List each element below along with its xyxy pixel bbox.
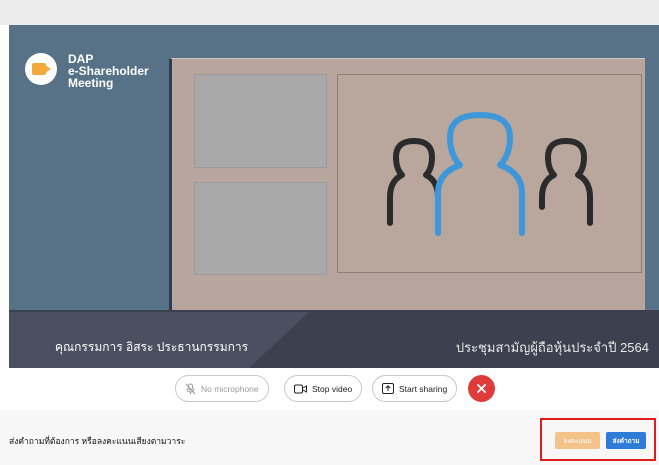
close-icon: [477, 384, 486, 393]
main-speaker-view: [337, 74, 642, 273]
logo: [25, 53, 57, 85]
ask-question-button[interactable]: ส่งคำถาม: [606, 432, 646, 449]
participant-thumbnail[interactable]: [194, 74, 327, 168]
top-bar: [0, 0, 659, 25]
video-stage: DAP e-Shareholder Meeting คุณกรรมการ อิส…: [9, 25, 659, 368]
camera-icon: [32, 63, 46, 75]
participant-thumbnail[interactable]: [194, 182, 327, 275]
vote-button[interactable]: ลงคะแนน: [555, 432, 600, 449]
action-buttons-highlight: ลงคะแนน ส่งคำถาม: [540, 418, 656, 461]
people-icon: [387, 112, 593, 236]
microphone-off-icon: [185, 383, 196, 394]
video-camera-icon: [294, 384, 307, 393]
meeting-controls: No microphone Stop video Start sharing: [0, 368, 659, 410]
speaker-name: คุณกรรมการ อิสระ ประธานกรรมการ: [55, 340, 249, 354]
screen-share-icon: [382, 383, 394, 394]
meeting-title: ประชุมสามัญผู้ถือหุ้นประจำปี 2564: [455, 340, 649, 355]
close-button[interactable]: [468, 375, 495, 402]
bottom-panel: ส่งคำถามที่ต้องการ หรือลงคะแนนเสียงตามวา…: [0, 410, 659, 465]
start-sharing-button[interactable]: Start sharing: [372, 375, 458, 402]
logo-title: DAP e-Shareholder Meeting: [68, 52, 149, 90]
stop-video-button[interactable]: Stop video: [284, 375, 363, 402]
microphone-button[interactable]: No microphone: [175, 375, 269, 402]
instruction-text: ส่งคำถามที่ต้องการ หรือลงคะแนนเสียงตามวา…: [9, 436, 186, 446]
presentation-slide: [169, 58, 645, 317]
